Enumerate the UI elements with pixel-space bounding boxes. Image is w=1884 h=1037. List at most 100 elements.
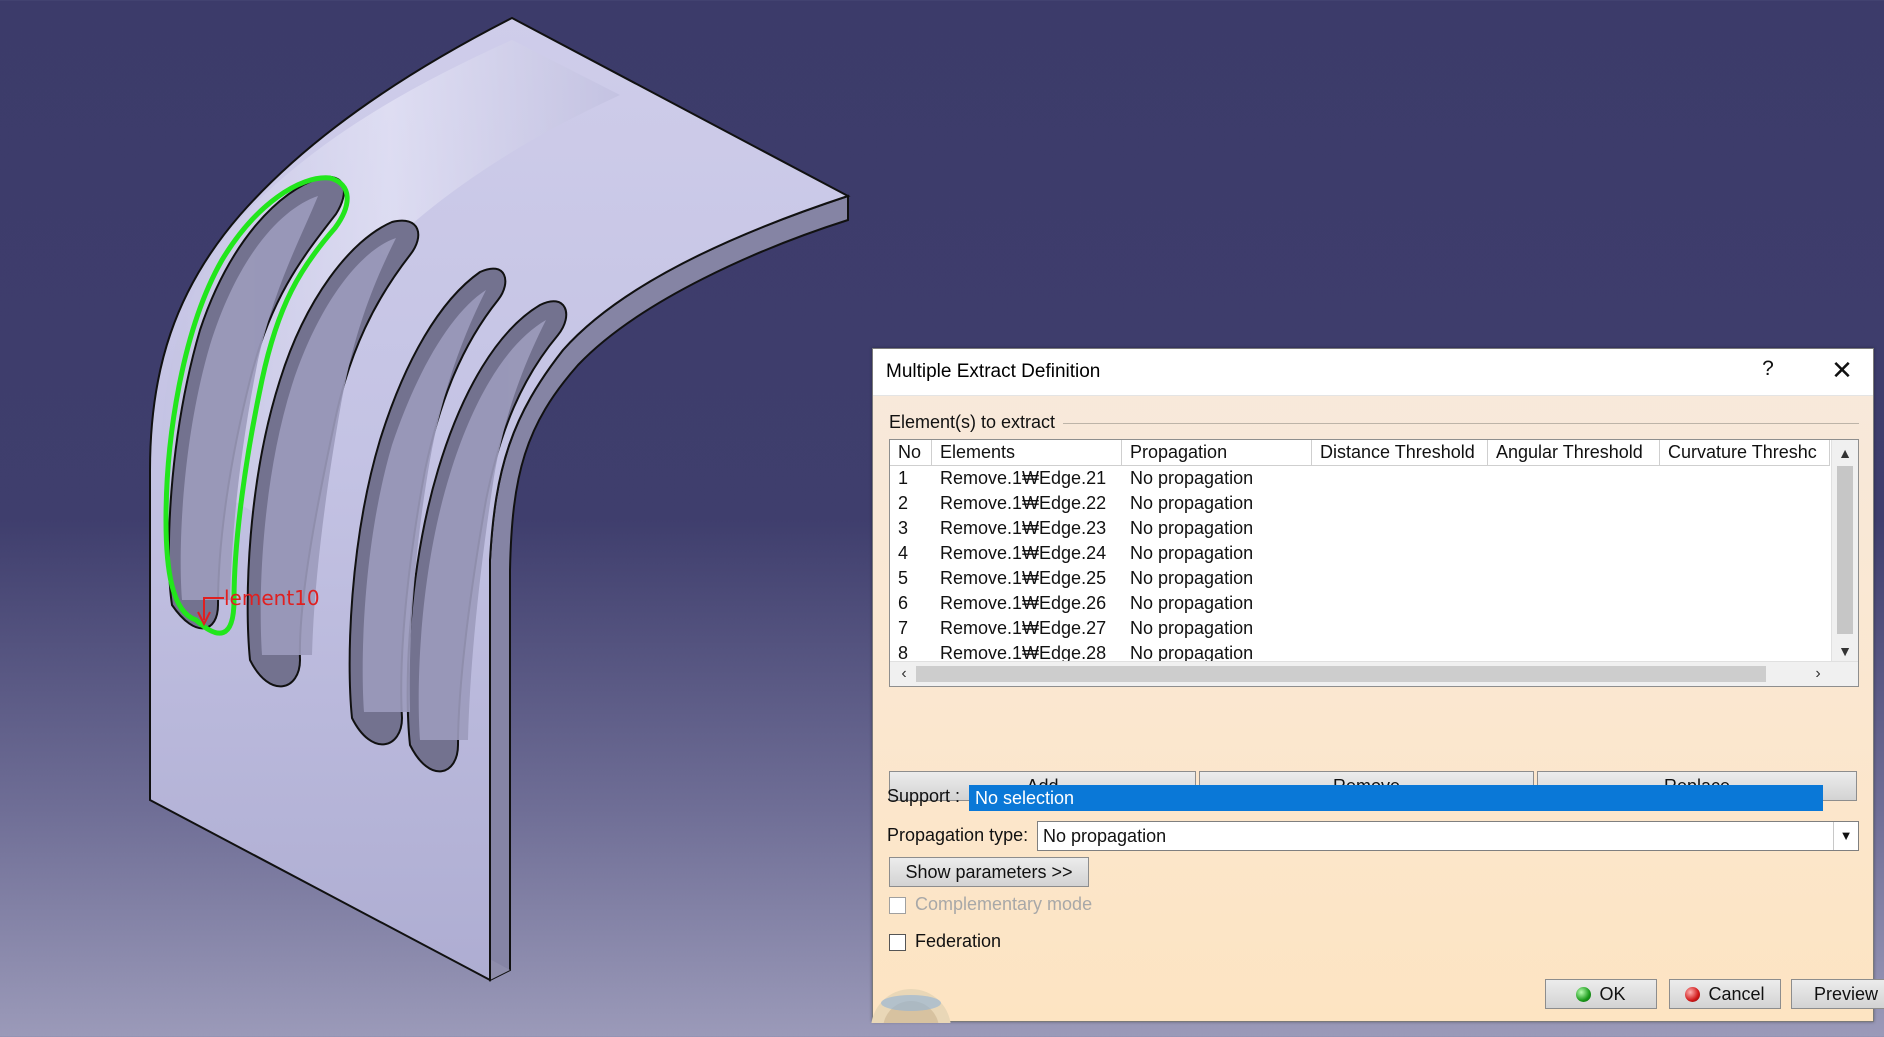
cell-element: Remove.1₩Edge.22 xyxy=(940,493,1107,513)
show-parameters-button[interactable]: Show parameters >> xyxy=(889,857,1089,887)
cell-propagation: No propagation xyxy=(1130,468,1254,488)
cell-distance-threshold xyxy=(1312,616,1488,641)
table-row[interactable]: 5 Remove.1₩Edge.25 No propagation xyxy=(890,566,1830,591)
cell-distance-threshold xyxy=(1312,541,1488,566)
cell-no: 3 xyxy=(898,518,909,538)
cell-element: Remove.1₩Edge.23 xyxy=(940,518,1107,538)
column-header-propagation[interactable]: Propagation xyxy=(1122,440,1312,466)
propagation-type-value: No propagation xyxy=(1043,826,1167,846)
cell-distance-threshold xyxy=(1312,591,1488,616)
scroll-left-icon[interactable]: ‹ xyxy=(892,662,916,686)
table-row[interactable]: 4 Remove.1₩Edge.24 No propagation xyxy=(890,541,1830,566)
table-row[interactable]: 7 Remove.1₩Edge.27 No propagation xyxy=(890,616,1830,641)
help-button[interactable]: ? xyxy=(1755,357,1781,381)
cell-curvature-threshold xyxy=(1660,566,1830,591)
cell-distance-threshold xyxy=(1312,566,1488,591)
cell-element: Remove.1₩Edge.27 xyxy=(940,618,1107,638)
complementary-mode-checkbox xyxy=(889,897,906,914)
horizontal-scrollbar[interactable]: ‹ › xyxy=(890,661,1858,686)
vertical-scrollbar[interactable]: ▲ ▼ xyxy=(1831,440,1858,662)
cell-angular-threshold xyxy=(1488,491,1660,516)
table-body: 1 Remove.1₩Edge.21 No propagation 2 Remove.1… xyxy=(890,466,1830,662)
cell-propagation: No propagation xyxy=(1130,643,1254,662)
cancel-icon xyxy=(1685,987,1701,1002)
cell-curvature-threshold xyxy=(1660,516,1830,541)
cell-no: 8 xyxy=(898,643,909,662)
cell-no: 6 xyxy=(898,593,909,613)
ok-button[interactable]: OK xyxy=(1545,979,1657,1009)
cancel-button[interactable]: Cancel xyxy=(1669,979,1781,1009)
complementary-mode-label: Complementary mode xyxy=(915,894,1093,914)
cell-no: 7 xyxy=(898,618,909,638)
cell-no: 4 xyxy=(898,543,909,563)
scroll-right-icon[interactable]: › xyxy=(1806,662,1830,686)
chevron-down-icon[interactable]: ▼ xyxy=(1833,822,1858,850)
table-row[interactable]: 1 Remove.1₩Edge.21 No propagation xyxy=(890,466,1830,491)
elements-group-label: Element(s) to extract xyxy=(889,412,1056,432)
cell-curvature-threshold xyxy=(1660,616,1830,641)
cell-distance-threshold xyxy=(1312,641,1488,662)
dialog-title: Multiple Extract Definition xyxy=(886,361,1101,382)
cell-element: Remove.1₩Edge.21 xyxy=(940,468,1107,488)
cell-no: 1 xyxy=(898,468,909,488)
cell-angular-threshold xyxy=(1488,591,1660,616)
cell-curvature-threshold xyxy=(1660,641,1830,662)
column-header-angular-threshold[interactable]: Angular Threshold xyxy=(1488,440,1660,466)
cell-element: Remove.1₩Edge.26 xyxy=(940,593,1107,613)
vertical-scroll-thumb[interactable] xyxy=(1837,466,1853,634)
federation-label: Federation xyxy=(915,931,1002,951)
table-row[interactable]: 2 Remove.1₩Edge.22 No propagation xyxy=(890,491,1830,516)
cell-propagation: No propagation xyxy=(1130,518,1254,538)
cell-element: Remove.1₩Edge.28 xyxy=(940,643,1107,662)
ok-label: OK xyxy=(1599,984,1626,1004)
support-field[interactable]: No selection xyxy=(969,785,1823,811)
column-header-curvature-threshold[interactable]: Curvature Threshc xyxy=(1660,440,1830,466)
scroll-up-icon[interactable]: ▲ xyxy=(1832,442,1858,464)
dialog-titlebar[interactable]: Multiple Extract Definition ? ✕ xyxy=(873,349,1873,396)
close-button[interactable]: ✕ xyxy=(1827,355,1857,386)
preview-button[interactable]: Preview xyxy=(1791,979,1884,1009)
cell-angular-threshold xyxy=(1488,466,1660,491)
table-header: No Elements Propagation Distance Thresho… xyxy=(890,440,1830,466)
cell-distance-threshold xyxy=(1312,466,1488,491)
cell-propagation: No propagation xyxy=(1130,543,1254,563)
column-header-distance-threshold[interactable]: Distance Threshold xyxy=(1312,440,1488,466)
group-divider xyxy=(1063,423,1859,424)
support-label: Support : xyxy=(887,786,961,806)
table-row[interactable]: 6 Remove.1₩Edge.26 No propagation xyxy=(890,591,1830,616)
cell-curvature-threshold xyxy=(1660,491,1830,516)
elements-table[interactable]: No Elements Propagation Distance Thresho… xyxy=(889,439,1859,687)
cell-no: 5 xyxy=(898,568,909,588)
column-header-no[interactable]: No xyxy=(890,440,932,466)
cell-angular-threshold xyxy=(1488,566,1660,591)
cell-curvature-threshold xyxy=(1660,591,1830,616)
cell-distance-threshold xyxy=(1312,491,1488,516)
cell-propagation: No propagation xyxy=(1130,493,1254,513)
horizontal-scroll-thumb[interactable] xyxy=(916,666,1766,682)
cell-distance-threshold xyxy=(1312,516,1488,541)
table-row[interactable]: 8 Remove.1₩Edge.28 No propagation xyxy=(890,641,1830,662)
cell-curvature-threshold xyxy=(1660,466,1830,491)
propagation-type-select[interactable]: No propagation ▼ xyxy=(1037,821,1859,851)
app-logo xyxy=(871,963,951,1023)
ok-icon xyxy=(1576,987,1592,1002)
cell-propagation: No propagation xyxy=(1130,593,1254,613)
cell-curvature-threshold xyxy=(1660,541,1830,566)
cell-angular-threshold xyxy=(1488,641,1660,662)
cell-angular-threshold xyxy=(1488,616,1660,641)
cell-propagation: No propagation xyxy=(1130,618,1254,638)
cell-element: Remove.1₩Edge.25 xyxy=(940,568,1107,588)
table-row[interactable]: 3 Remove.1₩Edge.23 No propagation xyxy=(890,516,1830,541)
cell-angular-threshold xyxy=(1488,541,1660,566)
federation-checkbox[interactable] xyxy=(889,934,906,951)
column-header-elements[interactable]: Elements xyxy=(932,440,1122,466)
multiple-extract-dialog: Multiple Extract Definition ? ✕ Element(… xyxy=(871,348,1884,1023)
scroll-down-icon[interactable]: ▼ xyxy=(1832,640,1858,662)
propagation-type-label: Propagation type: xyxy=(887,825,1029,845)
cancel-label: Cancel xyxy=(1708,984,1765,1004)
element-annotation-label: lement10 xyxy=(224,586,320,610)
cell-propagation: No propagation xyxy=(1130,568,1254,588)
cell-element: Remove.1₩Edge.24 xyxy=(940,543,1107,563)
cell-no: 2 xyxy=(898,493,909,513)
cell-angular-threshold xyxy=(1488,516,1660,541)
